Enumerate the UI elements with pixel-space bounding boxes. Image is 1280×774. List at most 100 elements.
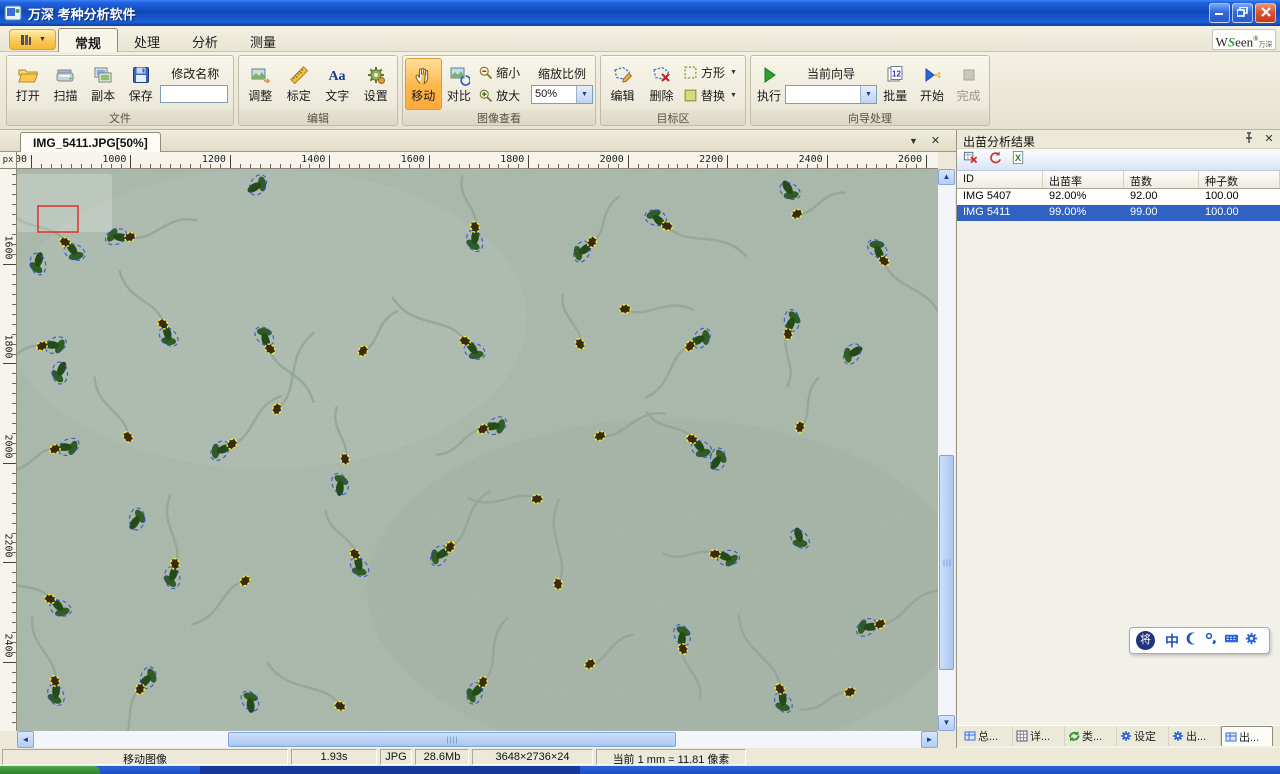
column-header-seeds[interactable]: 种子数 bbox=[1199, 171, 1280, 188]
rename-input[interactable] bbox=[160, 85, 228, 103]
minimize-button[interactable] bbox=[1209, 3, 1230, 23]
results-bottom-tab[interactable]: 出... bbox=[1221, 726, 1273, 746]
ime-language-bar[interactable]: 将 中 bbox=[1129, 627, 1270, 654]
application-menu-button[interactable]: ▼ bbox=[9, 29, 56, 50]
ruler-icon bbox=[288, 64, 310, 86]
move-button[interactable]: 移动 bbox=[405, 58, 442, 110]
svg-text:Aa: Aa bbox=[329, 69, 346, 84]
image-canvas[interactable] bbox=[17, 169, 938, 731]
batch-button[interactable]: 12 批量 bbox=[877, 58, 914, 110]
horizontal-scrollbar[interactable]: ◄ ► bbox=[17, 731, 938, 748]
h-ruler-tick bbox=[240, 164, 241, 168]
adjust-image-icon bbox=[249, 64, 271, 86]
chevron-down-icon[interactable]: ▼ bbox=[860, 86, 876, 103]
close-document-icon[interactable]: ✕ bbox=[927, 134, 944, 149]
results-bottom-tab-label: 详... bbox=[1030, 728, 1050, 744]
delete-record-button[interactable] bbox=[963, 150, 978, 170]
tab-measure[interactable]: 测量 bbox=[234, 28, 292, 52]
undo-button[interactable] bbox=[987, 150, 1002, 170]
results-bottom-tab-label: 类... bbox=[1082, 728, 1102, 744]
ime-keyboard-icon[interactable] bbox=[1224, 631, 1239, 651]
horizontal-scroll-thumb[interactable] bbox=[228, 732, 676, 747]
tab-analyze[interactable]: 分析 bbox=[176, 28, 234, 52]
scroll-up-icon[interactable]: ▲ bbox=[938, 169, 955, 185]
h-ruler-label: 1800 bbox=[482, 154, 524, 165]
scroll-down-icon[interactable]: ▼ bbox=[938, 715, 955, 731]
target-edit-button[interactable]: 编辑 bbox=[603, 58, 642, 110]
ribbon-group-file: 打开 扫描 副本 保存 修改名称 文件 bbox=[6, 55, 234, 126]
chevron-down-icon[interactable]: ▼ bbox=[576, 86, 592, 103]
ribbon-group-wizard: 执行 当前向导 ▼ 12 批量 开始 完成 向 bbox=[750, 55, 990, 126]
ime-settings-icon[interactable] bbox=[1244, 631, 1259, 651]
pin-icon[interactable] bbox=[1242, 132, 1256, 146]
duplicate-button[interactable]: 副本 bbox=[84, 58, 122, 110]
h-ruler-label: 1600 bbox=[383, 154, 425, 165]
document-tab[interactable]: IMG_5411.JPG[50%] bbox=[20, 132, 161, 152]
adjust-button[interactable]: 调整 bbox=[241, 58, 280, 110]
results-bottom-tab[interactable]: 出... bbox=[1169, 726, 1221, 746]
h-ruler-tick bbox=[747, 164, 748, 168]
h-ruler-tick bbox=[61, 164, 62, 168]
current-wizard-combobox[interactable]: ▼ bbox=[785, 85, 877, 104]
start-button[interactable] bbox=[0, 766, 100, 774]
h-ruler-tick bbox=[429, 155, 430, 169]
restore-button[interactable] bbox=[1232, 3, 1253, 23]
tab-list-dropdown-icon[interactable]: ▼ bbox=[905, 134, 922, 149]
target-delete-button[interactable]: 删除 bbox=[642, 58, 681, 110]
status-format: JPG bbox=[380, 749, 412, 765]
taskbar-button[interactable] bbox=[200, 766, 580, 774]
start-button[interactable]: 开始 bbox=[914, 58, 951, 110]
results-bottom-tab[interactable]: 详... bbox=[1013, 726, 1065, 746]
h-ruler-tick bbox=[648, 164, 649, 168]
refresh-icon bbox=[1068, 730, 1080, 742]
close-button[interactable] bbox=[1255, 3, 1276, 23]
text-button[interactable]: Aa 文字 bbox=[318, 58, 357, 110]
results-bottom-tab[interactable]: 类... bbox=[1065, 726, 1117, 746]
chevron-down-icon[interactable]: ▼ bbox=[730, 92, 737, 99]
zoom-in-button[interactable]: 放大 bbox=[476, 86, 531, 106]
results-bottom-tab[interactable]: 设定 bbox=[1117, 726, 1169, 746]
h-ruler-tick bbox=[81, 164, 82, 168]
h-ruler-tick bbox=[658, 164, 659, 168]
table-cell: 100.00 bbox=[1199, 189, 1280, 205]
table-row[interactable]: IMG 541199.00%99.00100.00 bbox=[957, 205, 1280, 221]
scroll-left-icon[interactable]: ◄ bbox=[17, 731, 34, 748]
shape-square-button[interactable]: 方形 ▼ bbox=[681, 63, 741, 83]
scan-button[interactable]: 扫描 bbox=[47, 58, 85, 110]
ime-mode-chinese[interactable]: 中 bbox=[1165, 631, 1179, 651]
group-label-file: 文件 bbox=[7, 110, 233, 125]
zoom-out-button[interactable]: 缩小 bbox=[476, 63, 531, 83]
v-ruler-label: 1600 bbox=[3, 232, 14, 264]
tab-process[interactable]: 处理 bbox=[118, 28, 176, 52]
ime-logo-icon[interactable]: 将 bbox=[1136, 631, 1155, 650]
table-cell: 92.00% bbox=[1043, 189, 1124, 205]
column-header-rate[interactable]: 出苗率 bbox=[1043, 171, 1124, 188]
seed-image[interactable] bbox=[17, 169, 938, 731]
ime-fullwidth-moon-icon[interactable] bbox=[1184, 631, 1199, 651]
zoom-scale-combobox[interactable]: 50% ▼ bbox=[531, 85, 593, 104]
vertical-scroll-thumb[interactable] bbox=[939, 455, 954, 670]
scroll-right-icon[interactable]: ► bbox=[921, 731, 938, 748]
close-panel-icon[interactable]: ✕ bbox=[1262, 132, 1276, 146]
column-header-count[interactable]: 苗数 bbox=[1124, 171, 1199, 188]
h-ruler-label: 800 bbox=[17, 154, 27, 165]
h-ruler-tick bbox=[51, 164, 52, 168]
chevron-down-icon[interactable]: ▼ bbox=[730, 69, 737, 76]
results-bottom-tab[interactable]: 总... bbox=[961, 726, 1013, 746]
save-button[interactable]: 保存 bbox=[122, 58, 160, 110]
column-header-id[interactable]: ID bbox=[957, 171, 1043, 188]
calibrate-button[interactable]: 标定 bbox=[280, 58, 319, 110]
table-cell: 100.00 bbox=[1199, 205, 1280, 221]
settings-button[interactable]: 设置 bbox=[357, 58, 396, 110]
export-excel-button[interactable]: X bbox=[1011, 150, 1026, 170]
contrast-button[interactable]: 对比 bbox=[442, 58, 477, 110]
open-button[interactable]: 打开 bbox=[9, 58, 47, 110]
vertical-scrollbar[interactable]: ▲ ▼ bbox=[938, 169, 955, 731]
tab-general[interactable]: 常规 bbox=[58, 28, 118, 52]
text-icon: Aa bbox=[326, 64, 348, 86]
status-dimensions: 3648×2736×24 bbox=[472, 749, 593, 765]
ime-punctuation-icon[interactable] bbox=[1204, 631, 1219, 651]
replace-button[interactable]: 替换 ▼ bbox=[681, 86, 741, 106]
run-button[interactable]: 执行 bbox=[753, 58, 785, 110]
table-row[interactable]: IMG 540792.00%92.00100.00 bbox=[957, 189, 1280, 205]
